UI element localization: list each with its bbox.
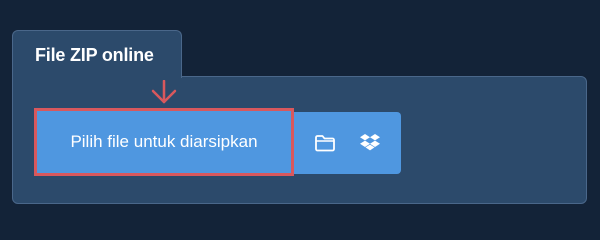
dropbox-button[interactable] [356, 126, 384, 160]
folder-icon [315, 135, 335, 152]
panel-title: File ZIP online [35, 45, 154, 65]
panel-tab-seam [13, 75, 181, 78]
dropbox-icon [360, 134, 380, 151]
choose-file-label: Pilih file untuk diarsipkan [70, 132, 258, 151]
arrow-down-icon [151, 80, 177, 104]
choose-file-button[interactable]: Pilih file untuk diarsipkan [34, 108, 294, 176]
folder-button[interactable] [311, 126, 339, 160]
